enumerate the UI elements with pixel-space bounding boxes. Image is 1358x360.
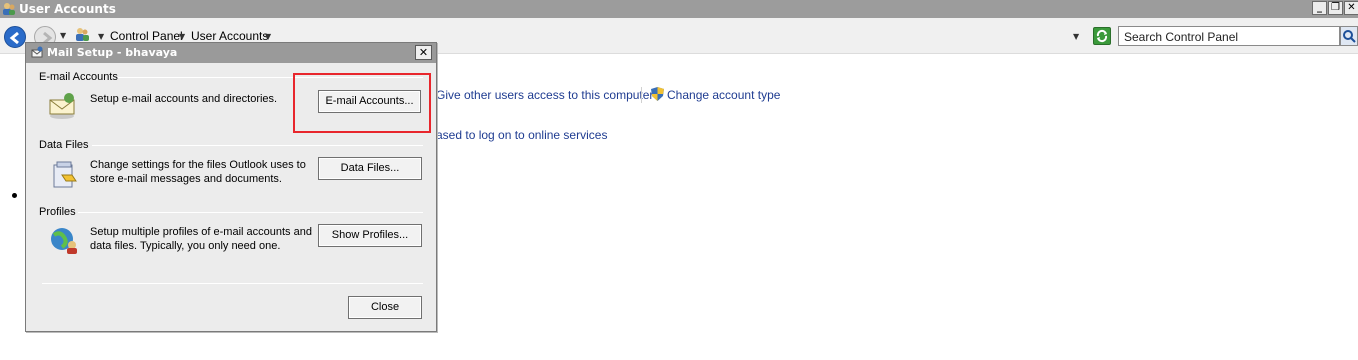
back-button[interactable] xyxy=(4,26,26,48)
search-button[interactable] xyxy=(1340,26,1358,46)
restore-button[interactable]: ❐ xyxy=(1328,1,1343,15)
control-panel-icon xyxy=(74,26,90,42)
breadcrumb-control-panel[interactable]: Control Panel xyxy=(110,29,183,43)
list-bullet xyxy=(12,193,17,198)
dialog-titlebar: Mail Setup - bhavaya ✕ xyxy=(26,43,436,63)
data-files-description: Change settings for the files Outlook us… xyxy=(90,159,306,185)
recent-pages-dropdown[interactable]: ▼ xyxy=(60,31,66,40)
online-services-link[interactable]: ased to log on to online services xyxy=(436,128,607,142)
link-separator xyxy=(641,87,642,103)
footer-divider xyxy=(42,283,423,284)
address-dropdown-icon[interactable]: ▼ xyxy=(1073,32,1079,41)
mail-setup-icon xyxy=(30,46,44,60)
window-title: User Accounts xyxy=(19,2,116,16)
crumb-separator-icon[interactable]: ▼ xyxy=(98,32,104,41)
data-files-group-label: Data Files xyxy=(39,139,89,151)
close-button[interactable]: Close xyxy=(348,296,422,319)
highlight-box xyxy=(293,73,431,133)
profiles-icon xyxy=(48,223,80,255)
show-profiles-button[interactable]: Show Profiles... xyxy=(318,224,422,247)
search-icon xyxy=(1343,30,1356,43)
refresh-button[interactable] xyxy=(1093,27,1111,45)
minimize-button[interactable]: _ xyxy=(1312,1,1327,15)
give-access-link[interactable]: Give other users access to this computer xyxy=(436,88,653,102)
mail-icon xyxy=(46,89,78,121)
crumb-separator-icon[interactable]: ▼ xyxy=(179,32,185,41)
group-divider xyxy=(92,145,423,146)
change-account-type-link[interactable]: Change account type xyxy=(667,88,780,102)
crumb-dropdown-icon[interactable]: ▼ xyxy=(265,32,271,41)
email-accounts-description: Setup e-mail accounts and directories. xyxy=(90,93,278,105)
data-files-button[interactable]: Data Files... xyxy=(318,157,422,180)
user-accounts-icon xyxy=(2,2,16,16)
close-window-button[interactable]: ✕ xyxy=(1344,1,1358,15)
profiles-description: Setup multiple profiles of e-mail accoun… xyxy=(90,226,312,252)
profiles-group-label: Profiles xyxy=(39,206,76,218)
breadcrumb-user-accounts[interactable]: User Accounts xyxy=(191,29,268,43)
dialog-close-button[interactable]: ✕ xyxy=(415,45,432,60)
back-icon xyxy=(9,31,19,45)
window-titlebar: User Accounts _ ❐ ✕ xyxy=(0,0,1358,18)
search-input[interactable]: Search Control Panel xyxy=(1118,26,1340,46)
shield-icon xyxy=(650,86,665,102)
email-accounts-group-label: E-mail Accounts xyxy=(39,71,118,83)
group-divider xyxy=(78,212,423,213)
refresh-icon xyxy=(1096,29,1108,43)
dialog-title: Mail Setup - bhavaya xyxy=(47,46,178,59)
data-files-icon xyxy=(48,159,80,191)
